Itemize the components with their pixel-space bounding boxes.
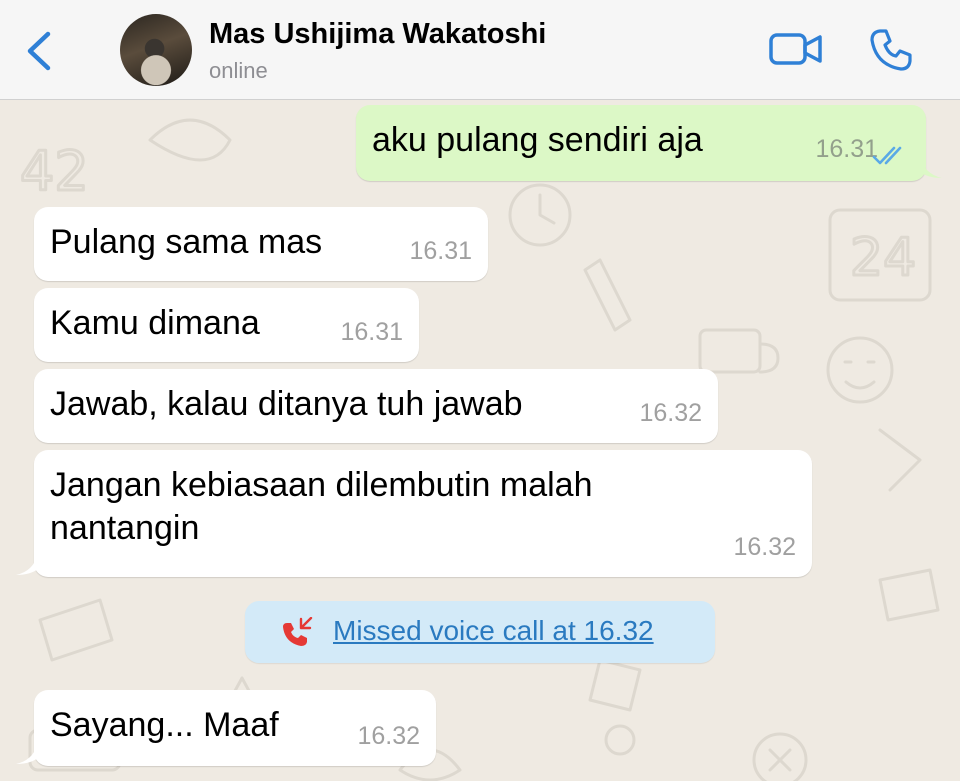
contact-name[interactable]: Mas Ushijima Wakatoshi xyxy=(209,18,546,51)
message-incoming[interactable]: Jawab, kalau ditanya tuh jawab 16.32 xyxy=(34,369,718,443)
bubble-tail xyxy=(920,156,942,178)
message-text: Sayang... Maaf xyxy=(50,706,279,744)
message-time: 16.32 xyxy=(639,399,702,427)
message-text: Pulang sama mas xyxy=(50,223,323,261)
svg-text:24: 24 xyxy=(850,228,916,288)
message-time: 16.31 xyxy=(340,318,403,346)
bubble-tail xyxy=(16,553,38,575)
message-time: 16.31 xyxy=(409,237,472,265)
read-receipt-icon xyxy=(872,146,902,165)
message-time: 16.31 xyxy=(815,135,878,163)
message-incoming[interactable]: Pulang sama mas 16.31 xyxy=(34,207,488,281)
contact-avatar[interactable] xyxy=(120,14,192,86)
contact-status: online xyxy=(209,58,268,83)
video-call-icon[interactable] xyxy=(768,30,824,68)
message-outgoing[interactable]: aku pulang sendiri aja 16.31 xyxy=(356,105,926,181)
message-text: Jangan kebiasaan dilembutin malah nantan… xyxy=(50,466,593,547)
bubble-tail xyxy=(16,742,38,764)
chevron-left-icon[interactable] xyxy=(22,28,56,74)
chat-header: Mas Ushijima Wakatoshi online xyxy=(0,0,960,100)
missed-call-icon xyxy=(283,617,313,646)
phone-icon[interactable] xyxy=(868,27,914,73)
message-text: aku pulang sendiri aja xyxy=(372,121,703,159)
message-time: 16.32 xyxy=(357,722,420,750)
message-incoming[interactable]: Kamu dimana 16.31 xyxy=(34,288,419,362)
missed-call-link[interactable]: Missed voice call at 16.32 xyxy=(333,615,654,647)
message-text: Jawab, kalau ditanya tuh jawab xyxy=(50,385,523,423)
message-incoming[interactable]: Sayang... Maaf 16.32 xyxy=(34,690,436,766)
message-incoming[interactable]: Jangan kebiasaan dilembutin malah nantan… xyxy=(34,450,812,577)
message-text: Kamu dimana xyxy=(50,304,260,342)
message-time: 16.32 xyxy=(733,533,796,561)
missed-call-notice[interactable]: Missed voice call at 16.32 xyxy=(245,601,715,663)
svg-text:42: 42 xyxy=(20,140,89,203)
